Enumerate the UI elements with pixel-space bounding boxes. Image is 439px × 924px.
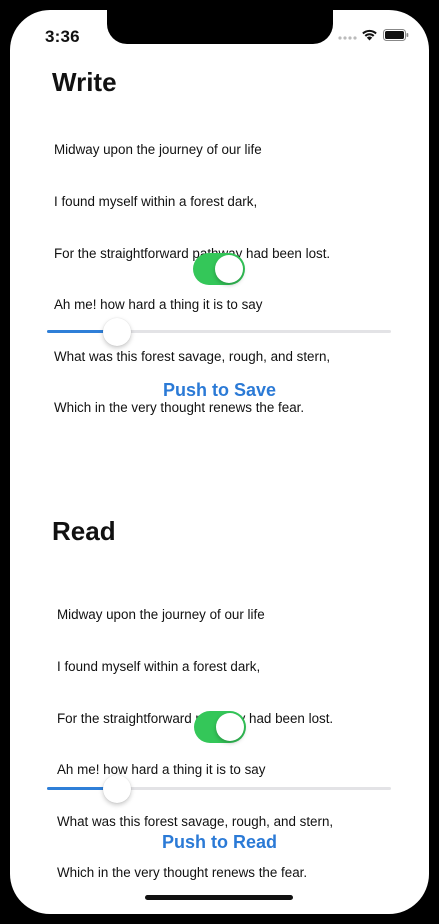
read-poem-line: Which in the very thought renews the fea… [57, 865, 308, 881]
read-poem-text: Midway upon the journey of our life I fo… [57, 572, 333, 914]
write-poem-line: I found myself within a forest dark, [54, 194, 258, 210]
read-poem-line: Midway upon the journey of our life [57, 607, 265, 623]
app-screen: 3:36 Write Midway upon the journey of ou… [10, 10, 429, 914]
read-toggle[interactable] [194, 711, 246, 743]
read-toggle-knob [216, 713, 244, 741]
write-poem-line: Ah me! how hard a thing it is to say [54, 297, 263, 313]
write-poem-line: For the straightforward pathway had been… [54, 245, 331, 261]
battery-icon [383, 29, 409, 41]
write-toggle-knob [215, 255, 243, 283]
cellular-signal-icon [338, 36, 357, 40]
write-poem-line: What was this forest savage, rough, and … [54, 348, 331, 364]
read-slider[interactable] [47, 774, 391, 804]
read-poem-line: What was this forest savage, rough, and … [57, 813, 334, 829]
push-to-read-button[interactable]: Push to Read [10, 832, 429, 853]
write-toggle[interactable] [193, 253, 245, 285]
device-frame: 3:36 Write Midway upon the journey of ou… [0, 0, 439, 924]
write-slider-thumb[interactable] [103, 318, 131, 346]
write-poem-line: Midway upon the journey of our life [54, 142, 262, 158]
home-indicator [145, 895, 293, 900]
wifi-icon [362, 29, 377, 41]
write-title: Write [52, 67, 117, 97]
read-slider-thumb[interactable] [103, 775, 131, 803]
read-title: Read [52, 516, 116, 546]
read-poem-line: I found myself within a forest dark, [57, 659, 261, 675]
write-poem-line: Which in the very thought renews the fea… [54, 400, 305, 416]
notch [107, 10, 333, 44]
push-to-save-button[interactable]: Push to Save [10, 380, 429, 401]
write-slider[interactable] [47, 317, 391, 347]
status-time: 3:36 [45, 27, 80, 46]
